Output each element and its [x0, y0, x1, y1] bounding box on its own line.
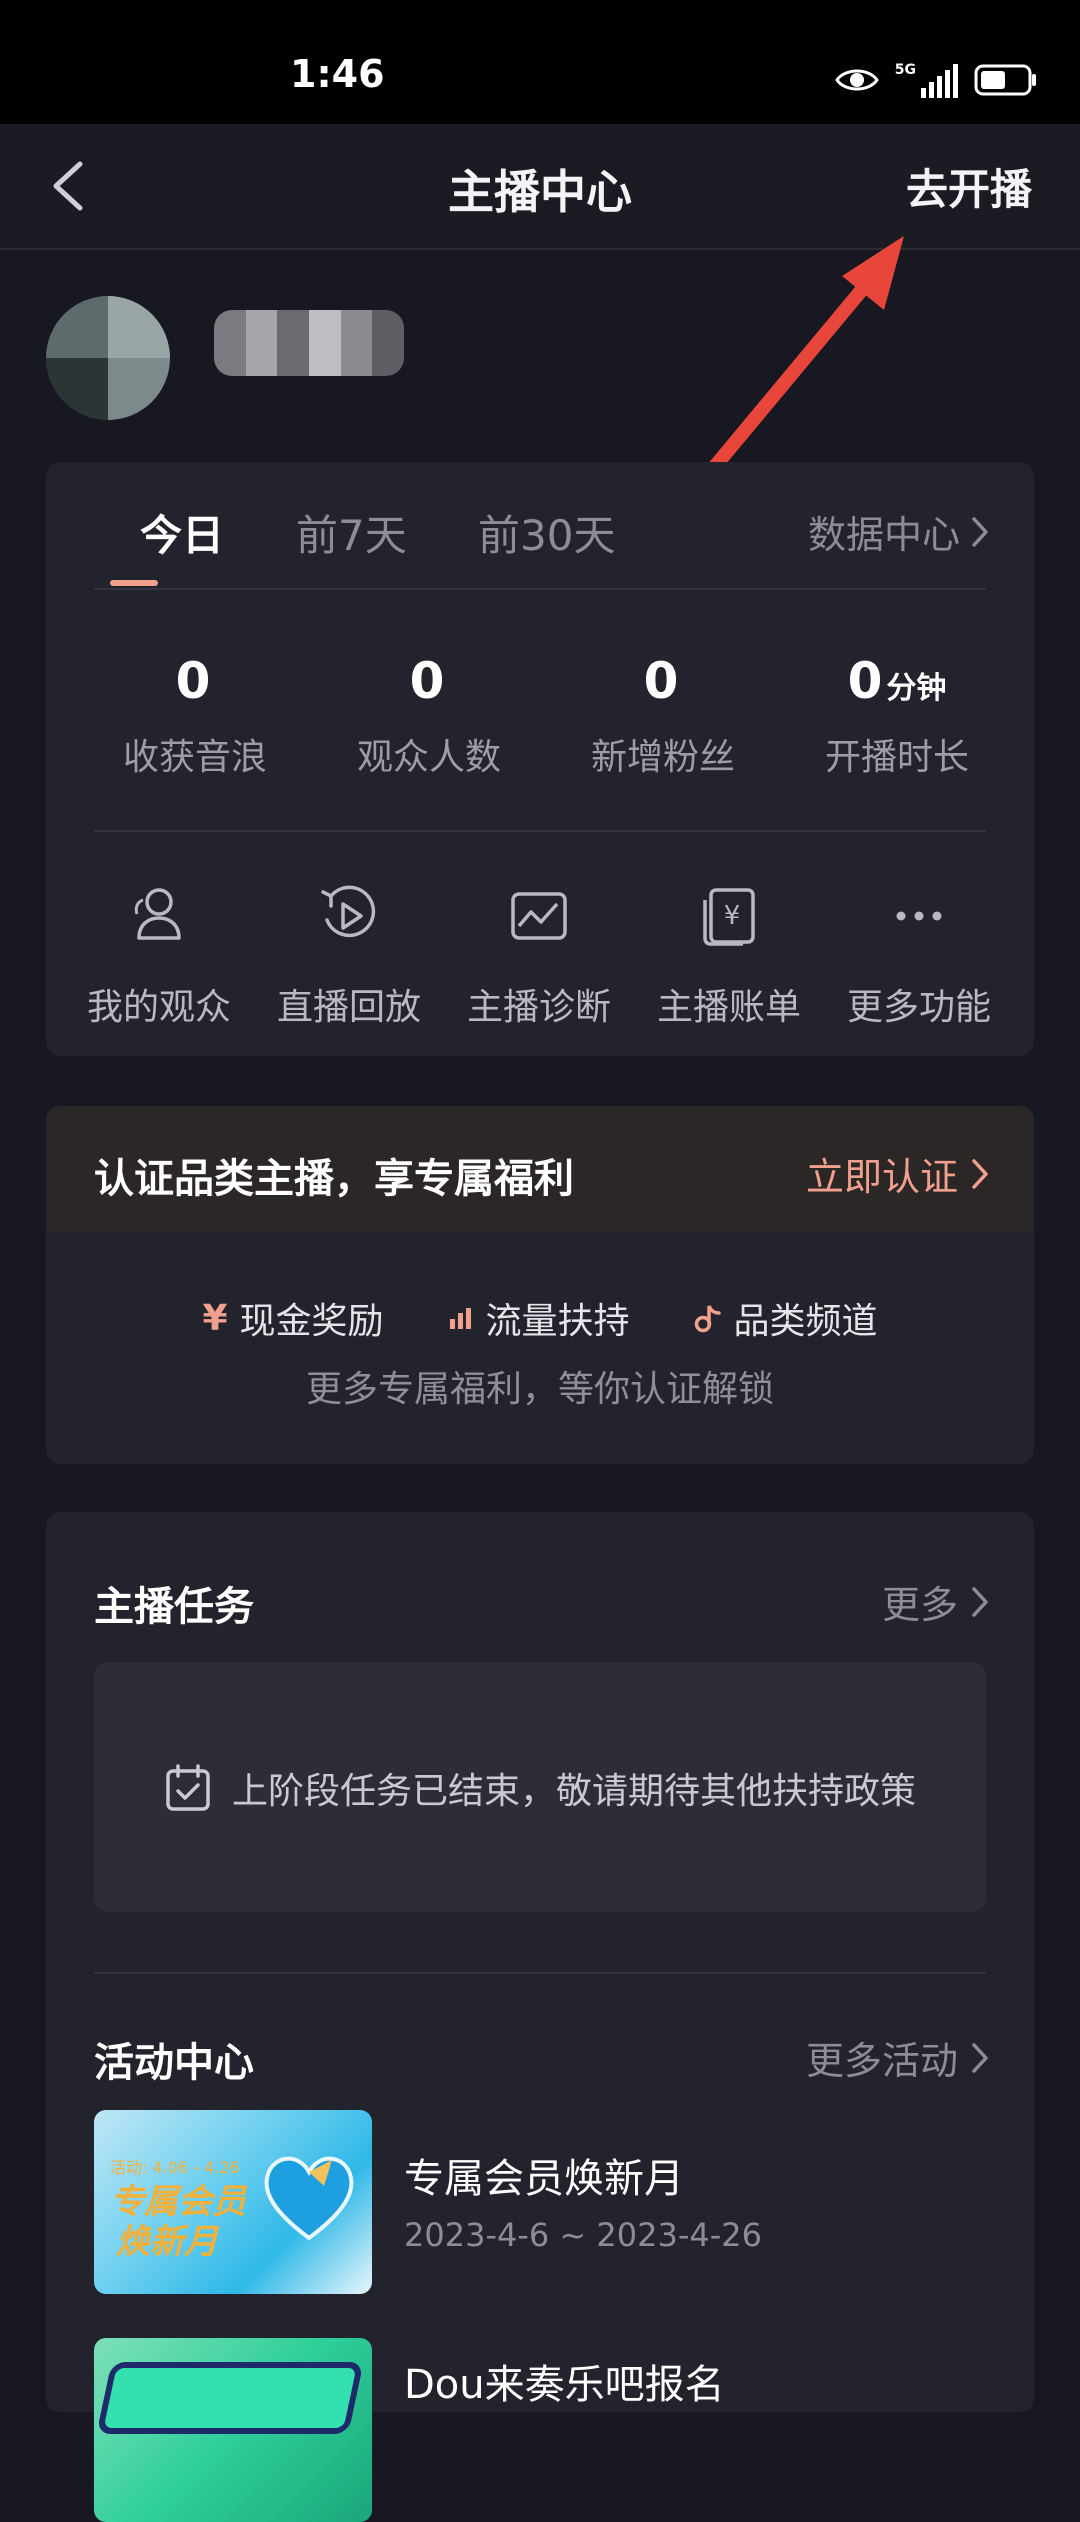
data-center-label: 数据中心	[807, 513, 960, 557]
chevron-right-icon	[972, 516, 988, 547]
divider	[94, 1972, 986, 1974]
stat-duration[interactable]: 0 分钟 开播时长	[780, 646, 1014, 780]
activities-title: 活动中心	[94, 2040, 254, 2086]
certification-header: 认证品类主播，享专属福利 立即认证	[46, 1106, 1034, 1232]
chevron-right-icon	[972, 1586, 988, 1617]
tool-diagnosis[interactable]: 主播诊断	[444, 876, 634, 1030]
bill-icon: ¥	[703, 888, 755, 946]
activity-title: 专属会员焕新月	[404, 2156, 684, 2202]
avatar[interactable]	[46, 296, 170, 420]
certification-subtitle: 更多专属福利，等你认证解锁	[305, 1369, 774, 1410]
benefit-label: 流量扶持	[485, 1301, 630, 1342]
tab-30-days[interactable]: 前30天	[478, 502, 615, 563]
tasks-activities-card: 主播任务 更多 上阶段任务已结束，敬请期待其他扶持政策 活动中心 更多活动 活动…	[46, 1512, 1034, 2522]
activity-title: Dou来奏乐吧报名	[404, 2362, 725, 2408]
music-note-icon	[694, 1305, 721, 1333]
replay-icon	[321, 885, 376, 938]
heart-icon	[264, 2156, 354, 2241]
username-blurred	[214, 310, 404, 376]
stats-card: 今日 前7天 前30天 数据中心 0 收获音浪 0 观众人数 0 新增粉丝 0分…	[46, 462, 1034, 1056]
benefit-cash: ¥ 现金奖励	[202, 1292, 383, 1344]
tasks-more-label: 更多	[881, 1583, 958, 1627]
tab-7-days[interactable]: 前7天	[296, 502, 407, 563]
benefit-traffic: 流量扶持	[448, 1292, 630, 1344]
certify-now-label: 立即认证	[805, 1155, 958, 1199]
tool-label: 主播诊断	[466, 987, 611, 1028]
task-message-text: 上阶段任务已结束，敬请期待其他扶持政策	[231, 1771, 916, 1812]
tab-today[interactable]: 今日	[140, 502, 224, 563]
tool-bill[interactable]: ¥ 主播账单	[634, 876, 824, 1030]
stat-value: 0	[847, 652, 883, 710]
benefit-label: 品类频道	[733, 1301, 878, 1342]
benefit-channel: 品类频道	[694, 1292, 878, 1344]
stat-income[interactable]: 0 收获音浪	[78, 646, 312, 780]
tool-replay[interactable]: 直播回放	[254, 876, 444, 1030]
activities-more-label: 更多活动	[805, 2039, 958, 2083]
activity-date: 2023-4-6 ~ 2023-4-26	[404, 2216, 763, 2254]
stat-label: 观众人数	[356, 737, 501, 778]
tasks-more-link[interactable]: 更多	[882, 1574, 990, 1629]
certification-card: 认证品类主播，享专属福利 立即认证 ¥ 现金奖励 流量扶持 品类频道 更多专属福…	[46, 1106, 1034, 1464]
benefits-row: ¥ 现金奖励 流量扶持 品类频道	[46, 1292, 1034, 1344]
benefit-label: 现金奖励	[239, 1301, 384, 1342]
activity-thumbnail: 活动: 4.06 - 4.26 专属会员 焕新月	[94, 2110, 372, 2294]
stat-label: 开播时长	[824, 737, 969, 778]
chevron-right-icon	[972, 2042, 988, 2073]
activity-item[interactable]: 活动: 4.06 - 4.26 专属会员 焕新月 专属会员焕新月 2023-4-…	[94, 2110, 986, 2294]
activity-item[interactable]: Dou来奏乐吧报名	[94, 2338, 986, 2522]
tool-label: 我的观众	[86, 987, 231, 1028]
tasks-title: 主播任务	[94, 1584, 254, 1630]
tool-label: 更多功能	[846, 987, 991, 1028]
task-empty-box: 上阶段任务已结束，敬请期待其他扶持政策	[94, 1662, 986, 1912]
chevron-right-icon	[972, 1158, 988, 1189]
stat-value: 0	[643, 652, 679, 710]
svg-text:¥: ¥	[724, 901, 741, 931]
thumb-text: 焕新月	[116, 2222, 218, 2262]
tool-more[interactable]: 更多功能	[824, 876, 1014, 1030]
divider	[94, 588, 986, 590]
activities-more-link[interactable]: 更多活动	[806, 2030, 990, 2085]
divider	[94, 830, 986, 832]
certify-now-button[interactable]: 立即认证	[806, 1146, 990, 1201]
certification-title: 认证品类主播，享专属福利	[94, 1156, 574, 1202]
stat-new-fans[interactable]: 0 新增粉丝	[546, 646, 780, 780]
task-message: 上阶段任务已结束，敬请期待其他扶持政策	[94, 1762, 986, 1814]
calendar-check-icon	[166, 1764, 210, 1811]
yen-icon: ¥	[202, 1297, 228, 1339]
tool-my-audience[interactable]: 我的观众	[64, 876, 254, 1030]
stat-label: 新增粉丝	[590, 737, 735, 778]
diagnosis-icon	[511, 892, 567, 940]
active-tab-indicator	[110, 580, 158, 586]
data-center-link[interactable]: 数据中心	[808, 504, 990, 559]
stat-value: 0	[409, 652, 445, 710]
bar-chart-icon	[449, 1308, 471, 1329]
tool-label: 直播回放	[276, 987, 421, 1028]
stat-value: 0	[175, 652, 211, 710]
stat-viewers[interactable]: 0 观众人数	[312, 646, 546, 780]
activity-thumbnail	[94, 2338, 372, 2522]
stat-label: 收获音浪	[122, 737, 267, 778]
audience-icon	[134, 888, 181, 940]
tool-label: 主播账单	[656, 987, 801, 1028]
more-icon	[896, 911, 942, 921]
